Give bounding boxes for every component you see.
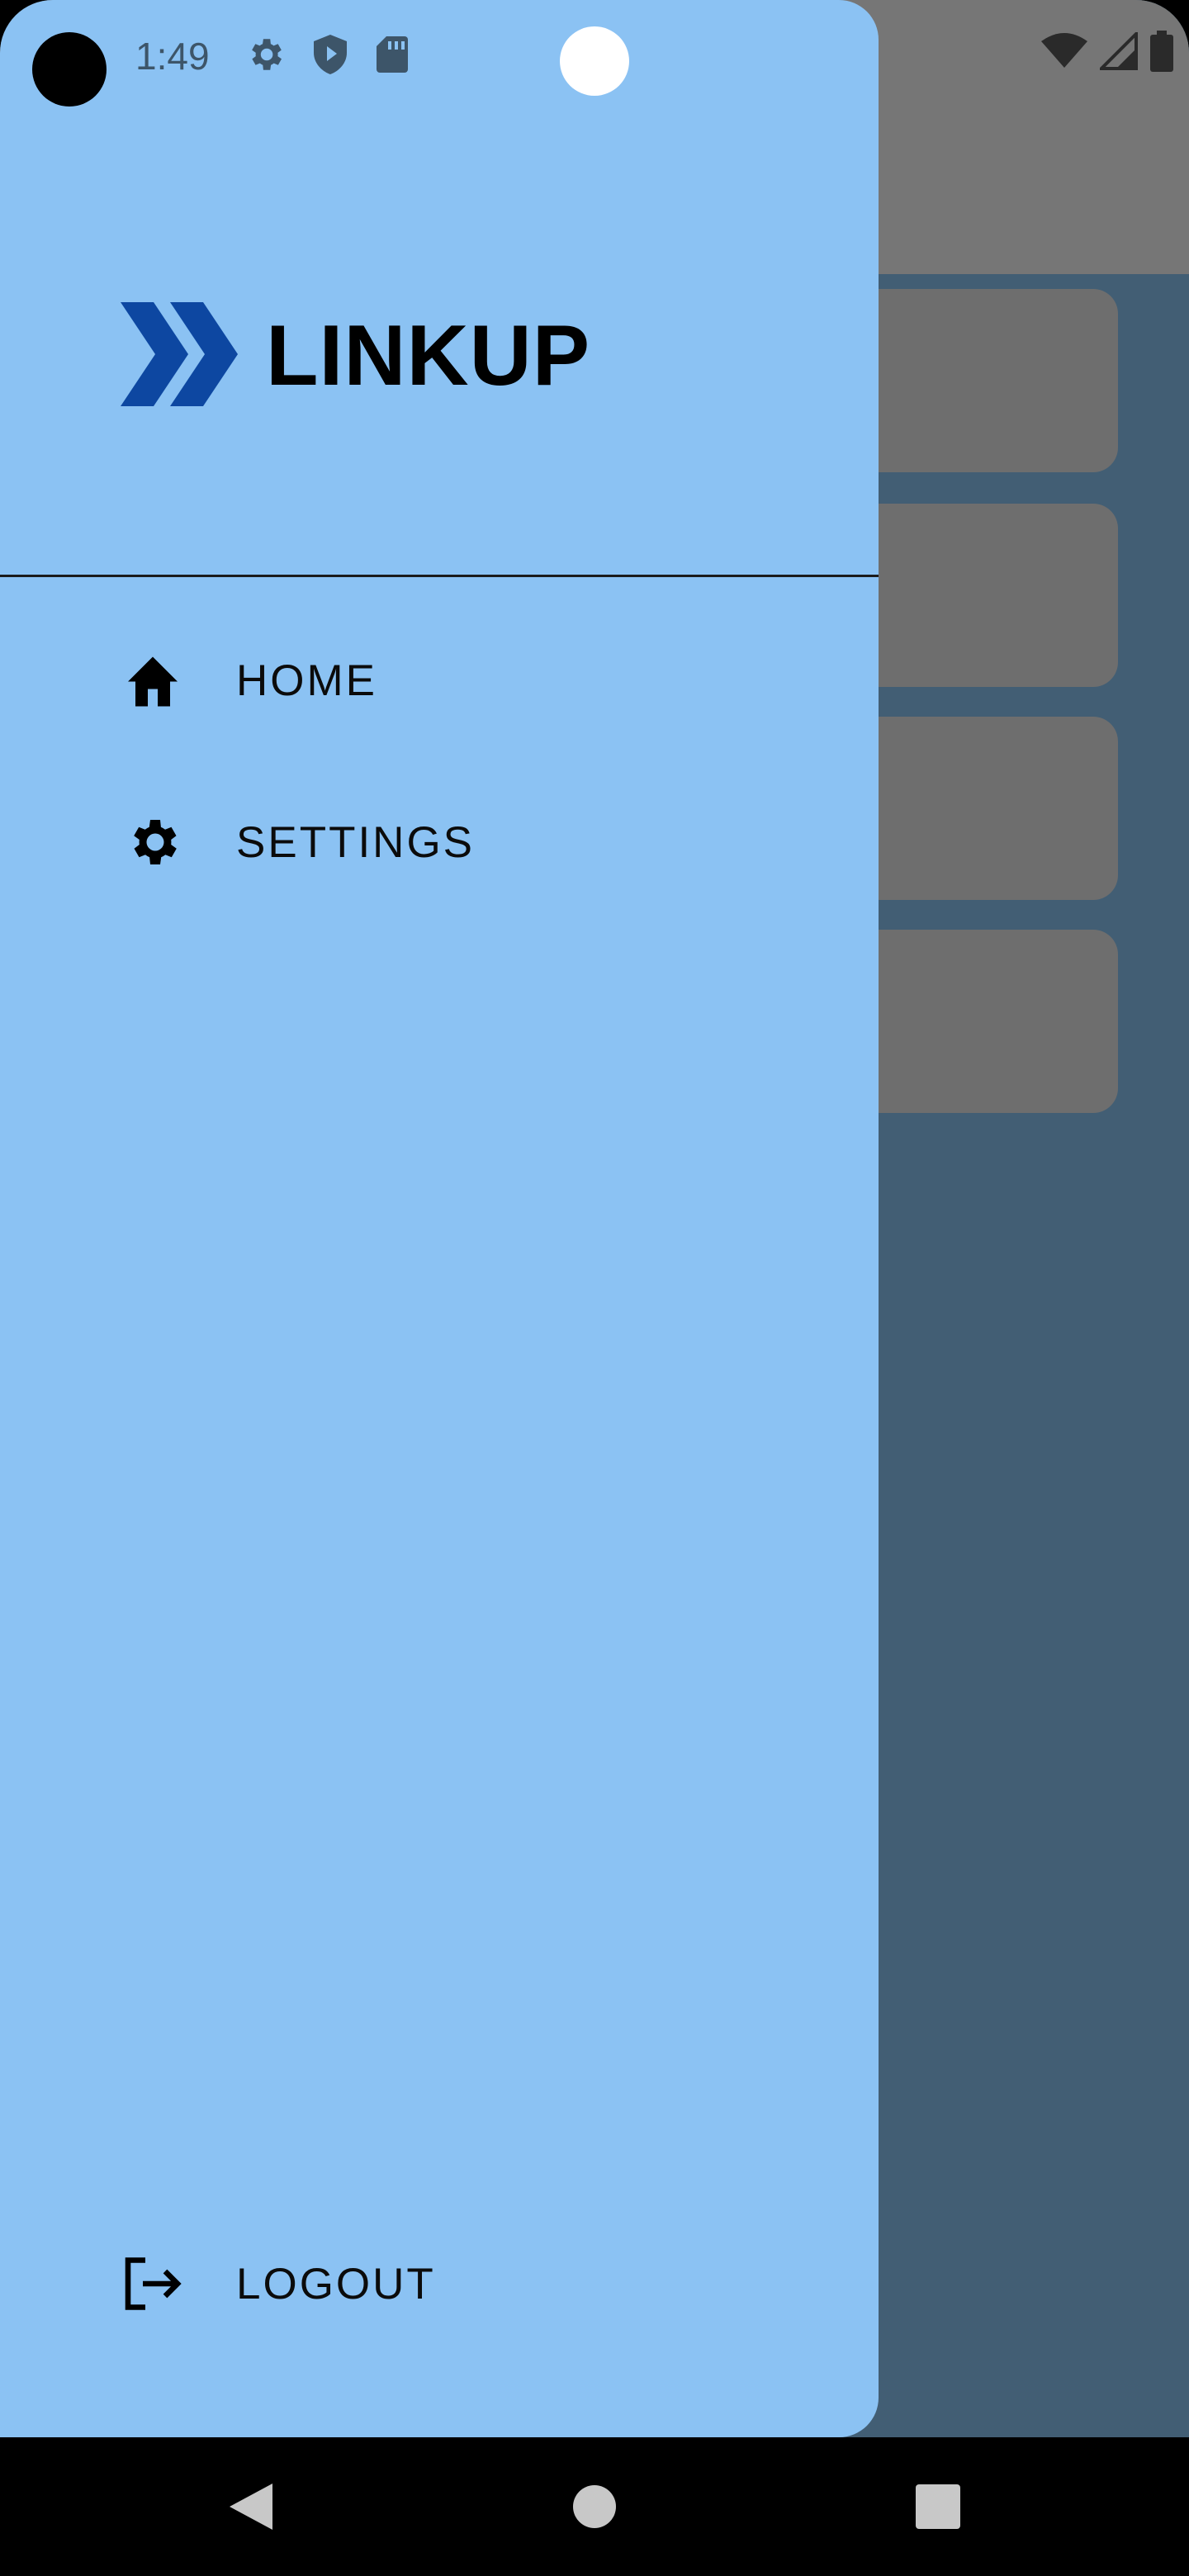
home-circle-icon[interactable] (545, 2437, 644, 2576)
gear-icon (121, 810, 185, 874)
double-chevron-logo-icon (121, 302, 241, 410)
notification-dot (560, 26, 629, 96)
status-bar-left-icons (244, 33, 408, 80)
status-bar-right (1040, 28, 1174, 78)
drawer-item-label: SETTINGS (236, 817, 476, 867)
brand-name: LINKUP (266, 308, 591, 404)
drawer-item-settings[interactable]: SETTINGS (121, 801, 748, 883)
battery-icon (1149, 30, 1174, 76)
recent-apps-icon[interactable] (888, 2437, 988, 2576)
drawer-item-label: HOME (236, 656, 377, 705)
drawer-item-home[interactable]: HOME (121, 639, 748, 722)
wifi-icon (1040, 32, 1088, 73)
shield-play-icon (310, 33, 350, 80)
status-time: 1:49 (135, 35, 210, 78)
system-nav-bar (0, 2437, 1189, 2576)
navigation-drawer: 1:49 LINKUP HOME SETTINGS LOGOUT (0, 0, 879, 2437)
logout-button[interactable]: LOGOUT (121, 2242, 748, 2325)
phone-screen: 1:49 LINKUP HOME SETTINGS LOGOUT (0, 0, 1189, 2576)
logout-icon (121, 2252, 185, 2316)
back-icon[interactable] (201, 2437, 301, 2576)
home-icon (121, 648, 185, 713)
logout-label: LOGOUT (236, 2259, 436, 2308)
camera-cutout (32, 32, 107, 107)
cell-signal-icon (1097, 29, 1138, 74)
sd-card-icon (375, 35, 408, 78)
drawer-header-divider (0, 575, 879, 577)
gear-icon (244, 34, 286, 79)
